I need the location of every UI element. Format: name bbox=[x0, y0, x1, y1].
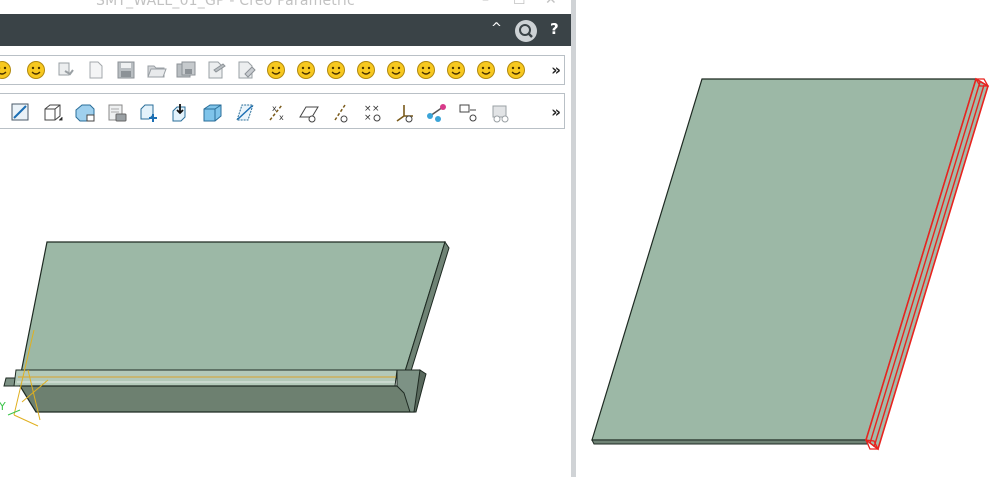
sheetmetal-wall-model[interactable] bbox=[591, 77, 990, 451]
model-viewport[interactable]: Y bbox=[0, 130, 571, 477]
point-tag-display-icon[interactable]: × × × bbox=[362, 102, 384, 128]
save-icon[interactable] bbox=[116, 60, 136, 84]
svg-text:×: × bbox=[372, 104, 380, 114]
spin-center-icon[interactable] bbox=[458, 102, 480, 128]
graphics-toolbar: xx × × × » bbox=[0, 93, 565, 129]
search-icon[interactable] bbox=[515, 20, 537, 42]
ribbon-bar: ^ ? bbox=[0, 14, 571, 46]
minimize-button[interactable]: – bbox=[482, 0, 489, 8]
erase-icon[interactable] bbox=[236, 60, 256, 84]
smiley-icon[interactable] bbox=[416, 60, 436, 84]
regenerate-icon[interactable] bbox=[56, 60, 76, 84]
smiley-icon[interactable] bbox=[296, 60, 316, 84]
title-bar: SMT_WALL_01_GP - Creo Parametric – ☐ ✕ bbox=[0, 0, 571, 14]
reorient-icon[interactable] bbox=[170, 102, 192, 128]
saved-orientations-icon[interactable] bbox=[74, 102, 96, 128]
left-graphics-window[interactable]: SMT_WALL_01_GP - Creo Parametric – ☐ ✕ ^… bbox=[0, 0, 571, 477]
smiley-icon[interactable] bbox=[506, 60, 526, 84]
right-graphics-window[interactable] bbox=[576, 0, 1002, 477]
datum-axis-display-icon[interactable]: xx bbox=[266, 102, 288, 128]
annotation-display-icon[interactable] bbox=[426, 102, 448, 128]
box-view-icon[interactable] bbox=[42, 102, 64, 128]
new-file-icon[interactable] bbox=[86, 60, 106, 84]
close-button[interactable]: ✕ bbox=[545, 0, 557, 8]
window-title: SMT_WALL_01_GP - Creo Parametric bbox=[96, 0, 355, 9]
maximize-button[interactable]: ☐ bbox=[513, 0, 526, 8]
rename-icon[interactable] bbox=[206, 60, 226, 84]
save-copy-icon[interactable] bbox=[176, 60, 196, 84]
svg-text:x: x bbox=[272, 104, 277, 113]
datum-plane-display-icon[interactable] bbox=[234, 102, 256, 128]
csys-y-label: Y bbox=[0, 400, 6, 413]
smiley-icon[interactable] bbox=[446, 60, 466, 84]
open-icon[interactable] bbox=[146, 60, 168, 84]
csys-display-icon[interactable] bbox=[330, 102, 352, 128]
smiley-icon[interactable] bbox=[26, 60, 46, 84]
csys-tag-display-icon[interactable] bbox=[394, 102, 416, 128]
smiley-icon[interactable] bbox=[476, 60, 496, 84]
toolbar-overflow-button[interactable]: » bbox=[551, 61, 561, 79]
quick-access-toolbar: » bbox=[0, 55, 565, 85]
datum-point-display-icon[interactable] bbox=[298, 102, 320, 128]
help-button[interactable]: ? bbox=[550, 20, 559, 38]
sheetmetal-wall-model[interactable] bbox=[3, 240, 450, 413]
ribbon-collapse-button[interactable]: ^ bbox=[491, 21, 502, 37]
svg-text:x: x bbox=[279, 113, 284, 122]
refit-icon[interactable] bbox=[10, 102, 30, 126]
view-manager-icon[interactable] bbox=[490, 102, 512, 128]
smiley-icon[interactable] bbox=[356, 60, 376, 84]
smiley-icon[interactable] bbox=[266, 60, 286, 84]
smiley-icon[interactable] bbox=[386, 60, 406, 84]
smiley-icon[interactable] bbox=[0, 60, 12, 84]
named-views-icon[interactable] bbox=[106, 102, 128, 128]
display-style-icon[interactable] bbox=[202, 102, 224, 128]
toolbar-overflow-button[interactable]: » bbox=[551, 103, 561, 121]
zoom-in-icon[interactable] bbox=[138, 102, 160, 128]
svg-text:×: × bbox=[364, 113, 372, 123]
smiley-icon[interactable] bbox=[326, 60, 346, 84]
model-viewport[interactable] bbox=[576, 0, 1002, 477]
